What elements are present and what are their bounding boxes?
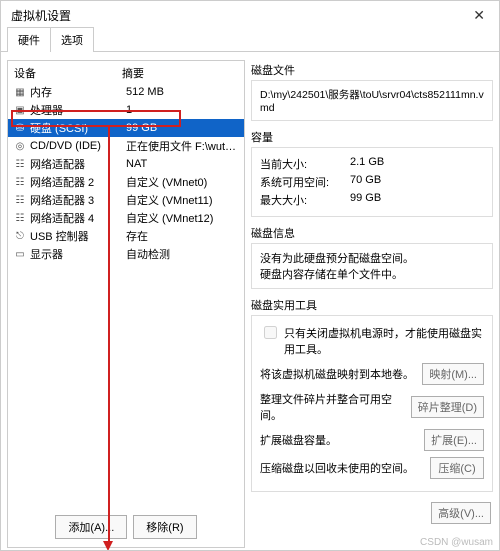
capacity-box: 当前大小:2.1 GB 系统可用空间:70 GB 最大大小:99 GB — [251, 147, 493, 217]
power-note-checkbox — [264, 326, 277, 339]
hw-row-memory[interactable]: ▦ 内存 512 MB — [8, 83, 244, 101]
nic-icon: ☷ — [14, 212, 26, 224]
map-text: 将该虚拟机磁盘映射到本地卷。 — [260, 366, 416, 382]
disk-info-line2: 硬盘内容存储在单个文件中。 — [260, 266, 484, 282]
disk-file-title: 磁盘文件 — [251, 62, 493, 78]
hw-row-display[interactable]: ▭ 显示器 自动检测 — [8, 245, 244, 263]
current-size-label: 当前大小: — [260, 156, 350, 172]
watermark: CSDN @wusam — [420, 537, 493, 548]
hardware-panel: 设备 摘要 ▦ 内存 512 MB ▣ 处理器 1 ⛁ 硬盘 (SCSI) 99… — [7, 60, 245, 548]
hw-row-nic3[interactable]: ☷ 网络适配器 3 自定义 (VMnet11) — [8, 191, 244, 209]
window-title: 虚拟机设置 — [11, 7, 71, 24]
nic-icon: ☷ — [14, 194, 26, 206]
disk-file-box: D:\my\242501\服务器\toU\srvr04\cts852111mn.… — [251, 80, 493, 121]
disk-info-line1: 没有为此硬盘预分配磁盘空间。 — [260, 250, 484, 266]
power-note-text: 只有关闭虚拟机电源时，才能使用磁盘实用工具。 — [284, 325, 484, 357]
hardware-list: ▦ 内存 512 MB ▣ 处理器 1 ⛁ 硬盘 (SCSI) 99 GB ◎ … — [8, 83, 244, 263]
defrag-text: 整理文件碎片并整合可用空间。 — [260, 391, 405, 423]
capacity-title: 容量 — [251, 129, 493, 145]
cd-icon: ◎ — [14, 140, 26, 152]
disk-info-box: 没有为此硬盘预分配磁盘空间。 硬盘内容存储在单个文件中。 — [251, 243, 493, 289]
max-size-value: 99 GB — [350, 192, 381, 208]
add-button[interactable]: 添加(A)... — [55, 515, 127, 539]
hardware-header: 设备 摘要 — [8, 61, 244, 83]
disk-info-title: 磁盘信息 — [251, 225, 493, 241]
advanced-button[interactable]: 高级(V)... — [431, 502, 491, 524]
dialog-body: 设备 摘要 ▦ 内存 512 MB ▣ 处理器 1 ⛁ 硬盘 (SCSI) 99… — [1, 52, 499, 550]
hw-row-nic4[interactable]: ☷ 网络适配器 4 自定义 (VMnet12) — [8, 209, 244, 227]
col-summary: 摘要 — [122, 65, 144, 81]
free-space-value: 70 GB — [350, 174, 381, 190]
hw-row-cpu[interactable]: ▣ 处理器 1 — [8, 101, 244, 119]
memory-icon: ▦ — [14, 86, 26, 98]
map-button[interactable]: 映射(M)... — [422, 363, 484, 385]
remove-button[interactable]: 移除(R) — [133, 515, 196, 539]
hw-row-nic1[interactable]: ☷ 网络适配器 NAT — [8, 155, 244, 173]
current-size-value: 2.1 GB — [350, 156, 384, 172]
disk-tools-title: 磁盘实用工具 — [251, 297, 493, 313]
hw-row-nic2[interactable]: ☷ 网络适配器 2 自定义 (VMnet0) — [8, 173, 244, 191]
titlebar: 虚拟机设置 ✕ — [1, 1, 499, 26]
details-panel: 磁盘文件 D:\my\242501\服务器\toU\srvr04\cts8521… — [251, 60, 493, 548]
disk-icon: ⛁ — [14, 122, 26, 134]
tab-hardware[interactable]: 硬件 — [7, 27, 51, 52]
disk-tools-box: 只有关闭虚拟机电源时，才能使用磁盘实用工具。 将该虚拟机磁盘映射到本地卷。 映射… — [251, 315, 493, 492]
nic-icon: ☷ — [14, 158, 26, 170]
expand-button[interactable]: 扩展(E)... — [424, 429, 484, 451]
power-note-row: 只有关闭虚拟机电源时，才能使用磁盘实用工具。 — [260, 325, 484, 357]
nic-icon: ☷ — [14, 176, 26, 188]
tabstrip: 硬件 选项 — [1, 26, 499, 52]
close-icon[interactable]: ✕ — [467, 7, 491, 24]
disk-file-path: D:\my\242501\服务器\toU\srvr04\cts852111mn.… — [260, 87, 484, 114]
free-space-label: 系统可用空间: — [260, 174, 350, 190]
hw-row-usb[interactable]: ⎋ USB 控制器 存在 — [8, 227, 244, 245]
hw-row-disk[interactable]: ⛁ 硬盘 (SCSI) 99 GB — [8, 119, 244, 137]
vm-settings-window: 虚拟机设置 ✕ 硬件 选项 设备 摘要 ▦ 内存 512 MB ▣ 处理器 1 — [0, 0, 500, 551]
max-size-label: 最大大小: — [260, 192, 350, 208]
advanced-row: 高级(V)... — [251, 498, 493, 524]
hardware-buttons: 添加(A)... 移除(R) — [8, 509, 244, 547]
expand-text: 扩展磁盘容量。 — [260, 432, 418, 448]
compact-button[interactable]: 压缩(C) — [430, 457, 484, 479]
defrag-button[interactable]: 碎片整理(D) — [411, 396, 484, 418]
display-icon: ▭ — [14, 248, 26, 260]
tab-options[interactable]: 选项 — [50, 27, 94, 52]
hw-row-cd[interactable]: ◎ CD/DVD (IDE) 正在使用文件 F:\wutool\Cent... — [8, 137, 244, 155]
cpu-icon: ▣ — [14, 104, 26, 116]
compact-text: 压缩磁盘以回收未使用的空间。 — [260, 460, 424, 476]
col-device: 设备 — [14, 65, 122, 81]
usb-icon: ⎋ — [14, 230, 26, 242]
